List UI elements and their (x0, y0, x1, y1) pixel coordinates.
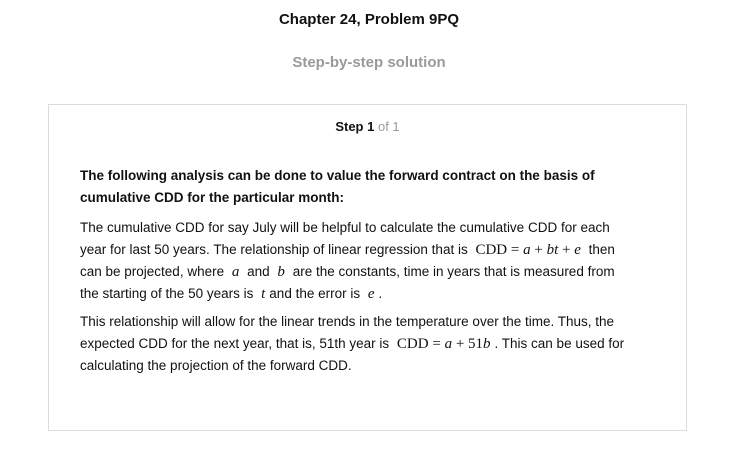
formula-cdd: CDD (475, 242, 508, 258)
p1-line-2: year for last 50 years. The relationship… (80, 239, 665, 261)
intro-line-1: The following analysis can be done to va… (80, 168, 595, 183)
formula-cdd: CDD (396, 336, 429, 352)
step-intro: The following analysis can be done to va… (80, 165, 665, 209)
formula-plus: + (530, 242, 547, 258)
step-body: The following analysis can be done to va… (80, 165, 665, 383)
p1-line-2-text: year for last 50 years. The relationship… (80, 242, 468, 257)
p2-line-1: This relationship will allow for the lin… (80, 314, 615, 329)
p2-line-3: calculating the projection of the forwar… (80, 358, 352, 373)
solution-page: Chapter 24, Problem 9PQ Step-by-step sol… (0, 0, 738, 459)
p1-line-1: The cumulative CDD for say July will be … (80, 220, 610, 235)
formula-a: a (523, 242, 531, 258)
p2-line-2-end: . This can be used for (494, 336, 625, 351)
p1-line-2-end: then (588, 242, 615, 257)
formula-b: b (483, 336, 491, 352)
formula-a: a (444, 336, 453, 352)
p1-line-4-text: the starting of the 50 years is (80, 286, 254, 301)
p1-line-4-mid: and the error is (269, 286, 361, 301)
p2-line-2-text: expected CDD for the next year, that is,… (80, 336, 390, 351)
step-total: of 1 (377, 119, 400, 134)
formula-plus-51: + 51 (452, 336, 484, 352)
formula-plus: + (558, 242, 575, 258)
formula-equals: = (510, 242, 524, 258)
p1-line-3: can be projected, where a and b are the … (80, 261, 665, 283)
variable-b: b (277, 264, 285, 280)
formula-bt: bt (546, 242, 559, 258)
paragraph-2: This relationship will allow for the lin… (80, 311, 665, 377)
step-header: Step 1 of 1 (49, 119, 686, 134)
formula-equals: = (432, 336, 445, 352)
p1-line-3-and: and (247, 264, 270, 279)
variable-t: t (261, 286, 266, 302)
p2-line-2: expected CDD for the next year, that is,… (80, 333, 665, 355)
formula-e: e (574, 242, 581, 258)
variable-e: e (367, 286, 375, 302)
solution-subtitle: Step-by-step solution (292, 54, 446, 71)
regression-formula: CDD = a + bt + e (475, 242, 580, 258)
intro-line-2: cumulative CDD for the particular month: (80, 190, 345, 205)
step-label: Step 1 (335, 119, 375, 134)
p1-line-3-end: are the constants, time in years that is… (292, 264, 615, 279)
solution-card: Step 1 of 1 The following analysis can b… (48, 104, 687, 431)
projection-formula: CDD = a + 51b (397, 336, 491, 352)
variable-a: a (231, 264, 240, 280)
p1-line-4: the starting of the 50 years is t and the… (80, 283, 665, 305)
p1-line-4-end: . (378, 286, 383, 301)
chapter-title: Chapter 24, Problem 9PQ (278, 11, 460, 28)
paragraph-1: The cumulative CDD for say July will be … (80, 217, 665, 305)
p1-line-3-text: can be projected, where (80, 264, 225, 279)
